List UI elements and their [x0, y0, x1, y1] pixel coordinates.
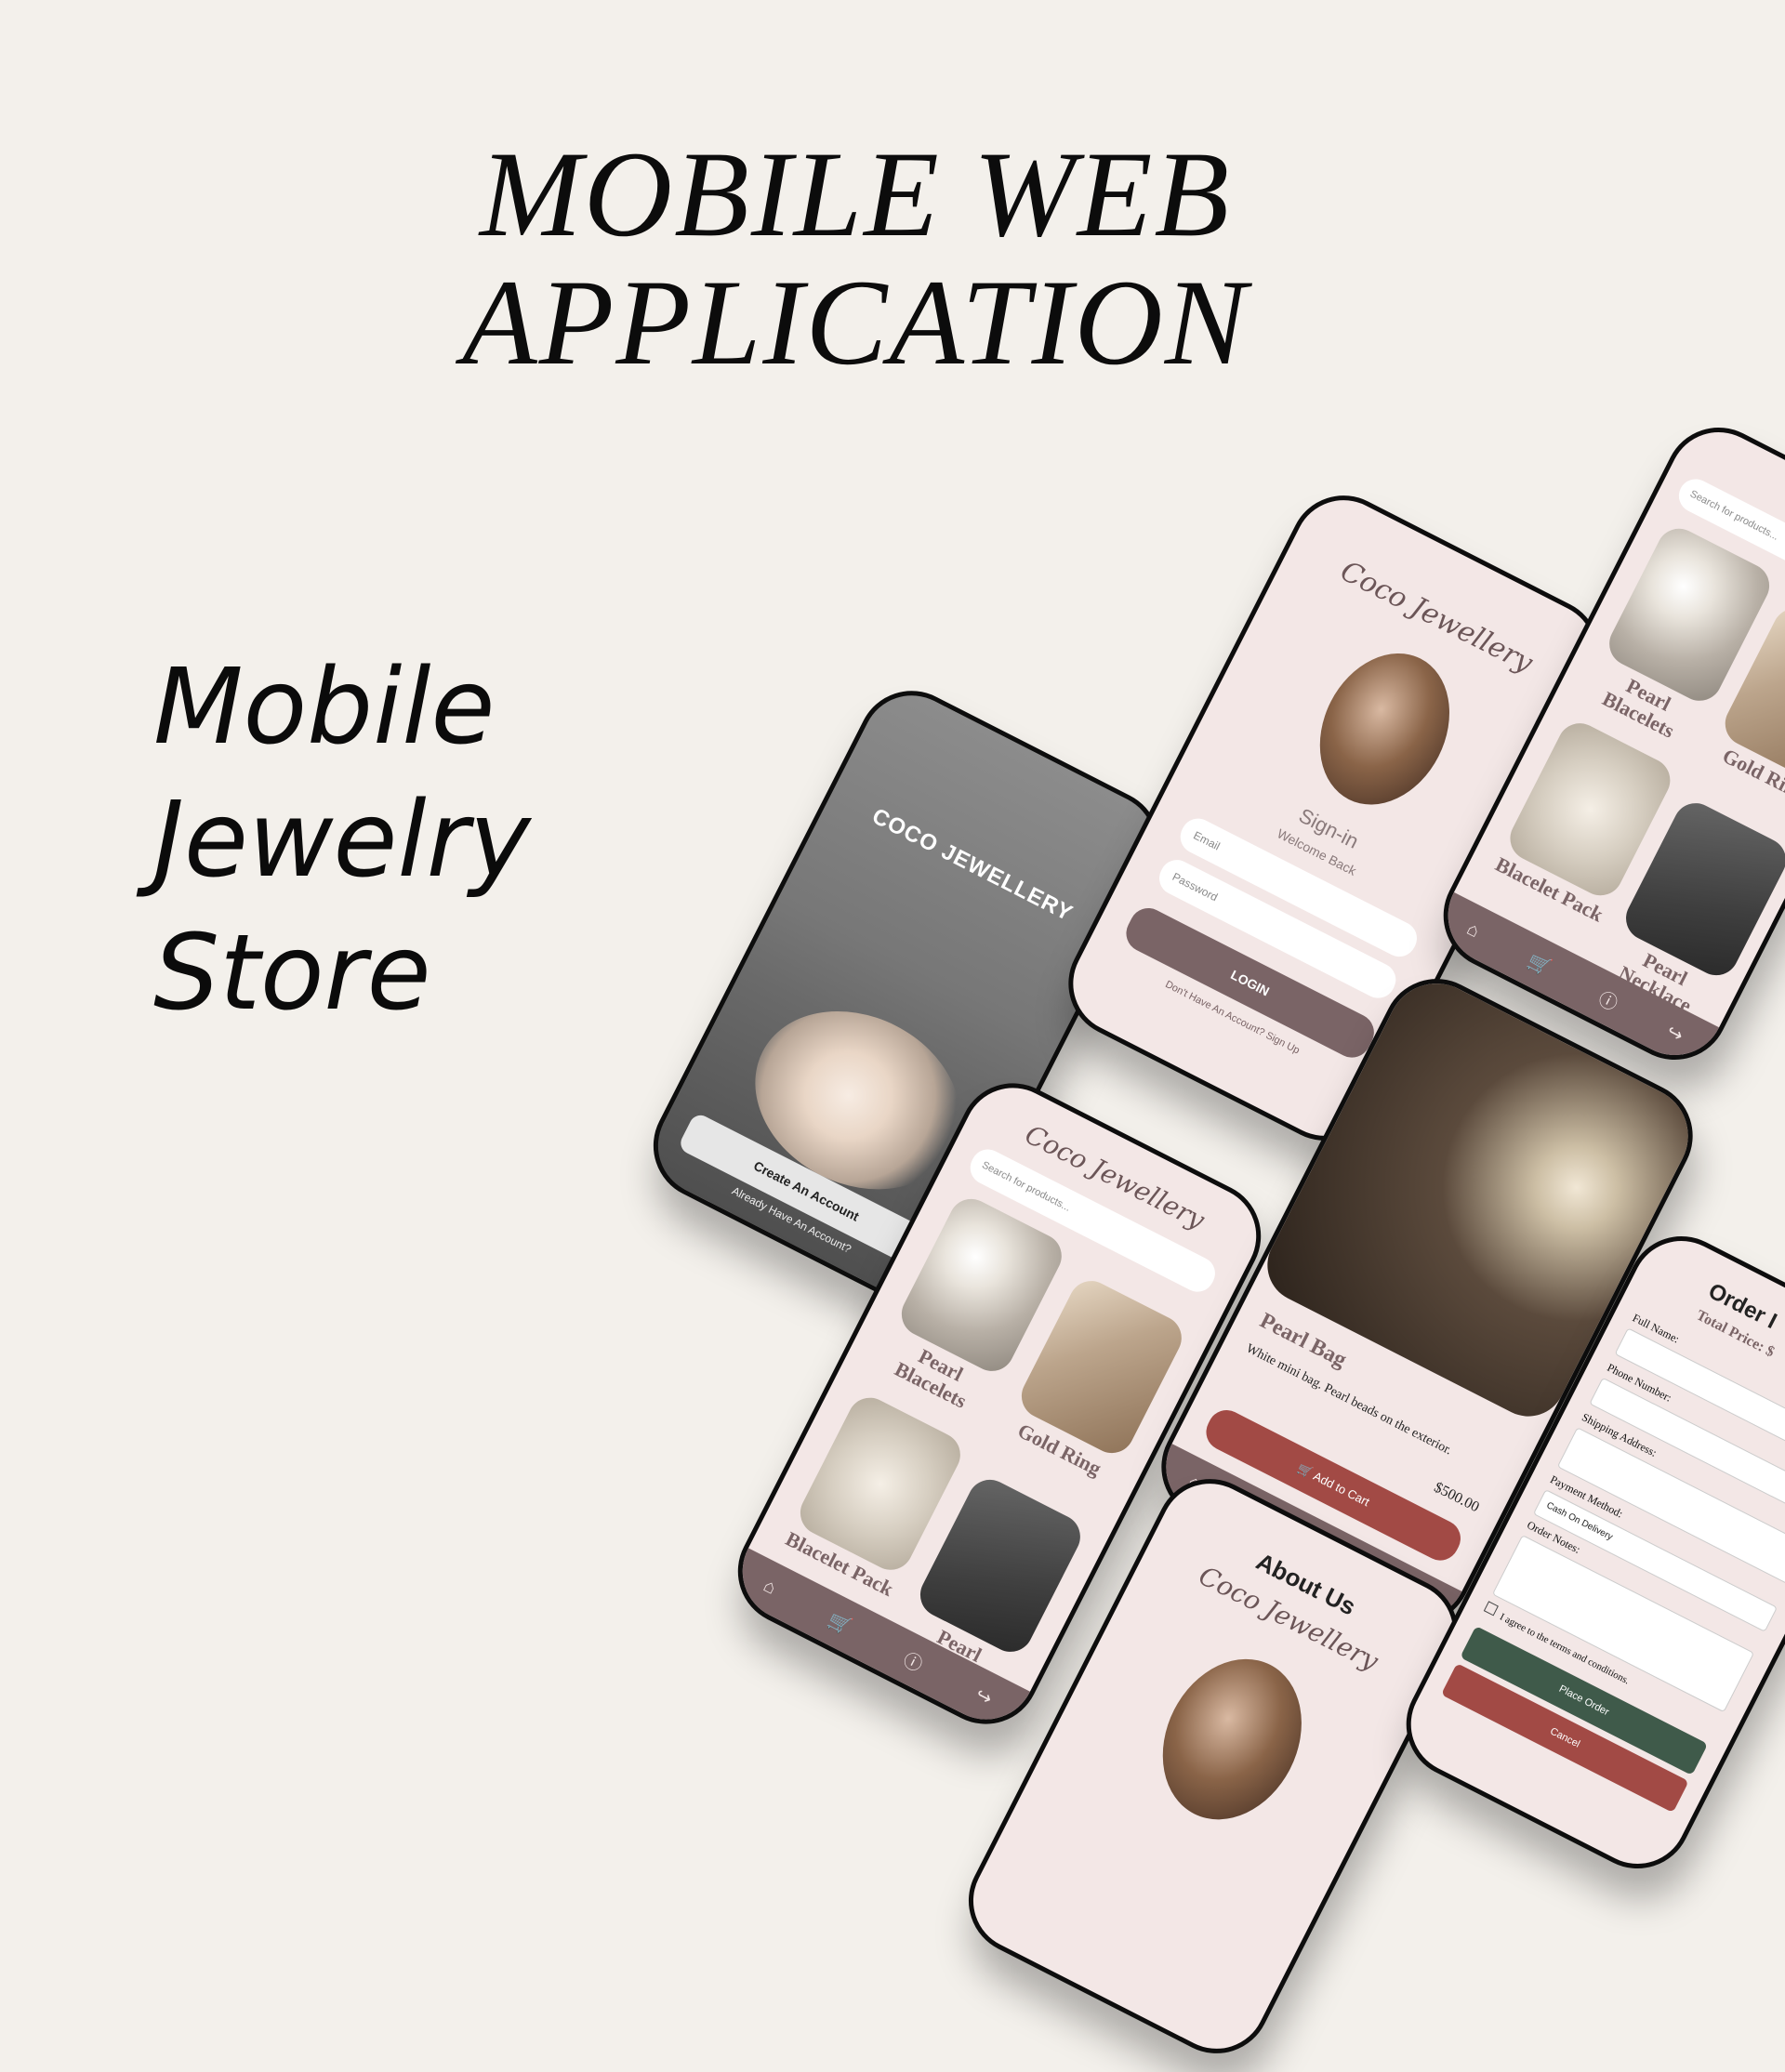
subtitle-line-3: Store	[153, 913, 431, 1034]
subtitle-line-2: Jewelry	[153, 780, 531, 901]
headline-line-1: MOBILE WEB	[479, 125, 1232, 262]
home-icon[interactable]: ⌂	[760, 1575, 780, 1599]
signin-portrait	[1294, 631, 1474, 827]
subtitle-line-1: Mobile	[153, 647, 496, 768]
info-icon[interactable]: ⓘ	[1594, 983, 1623, 1016]
home-icon[interactable]: ⌂	[1463, 918, 1483, 943]
login-label: LOGIN	[1228, 967, 1273, 999]
info-icon[interactable]: ⓘ	[899, 1644, 928, 1677]
search-placeholder: Search for products...	[980, 1159, 1073, 1214]
about-portrait	[1136, 1635, 1329, 1844]
cart-icon[interactable]: 🛒	[825, 1607, 856, 1639]
product-price: $500.00	[1431, 1479, 1482, 1516]
email-placeholder: Email	[1191, 828, 1223, 853]
welcome-brand: COCO JEWELLERY	[867, 803, 1078, 927]
terms-checkbox[interactable]	[1483, 1601, 1499, 1617]
logout-icon[interactable]: ↪	[972, 1683, 996, 1710]
logout-icon[interactable]: ↪	[1663, 1020, 1687, 1048]
cart-icon[interactable]: 🛒	[1524, 948, 1555, 980]
search-placeholder-top: Search for products...	[1687, 488, 1780, 543]
password-placeholder: Password	[1170, 869, 1221, 904]
subtitle: Mobile Jewelry Store	[153, 641, 531, 1040]
cancel-label: Cancel	[1548, 1725, 1582, 1750]
add-to-cart-label: Add to Cart	[1311, 1469, 1372, 1510]
place-order-label: Place Order	[1556, 1683, 1611, 1719]
headline-line-2: APPLICATION	[462, 254, 1249, 390]
headline: MOBILE WEB APPLICATION	[0, 130, 1711, 387]
